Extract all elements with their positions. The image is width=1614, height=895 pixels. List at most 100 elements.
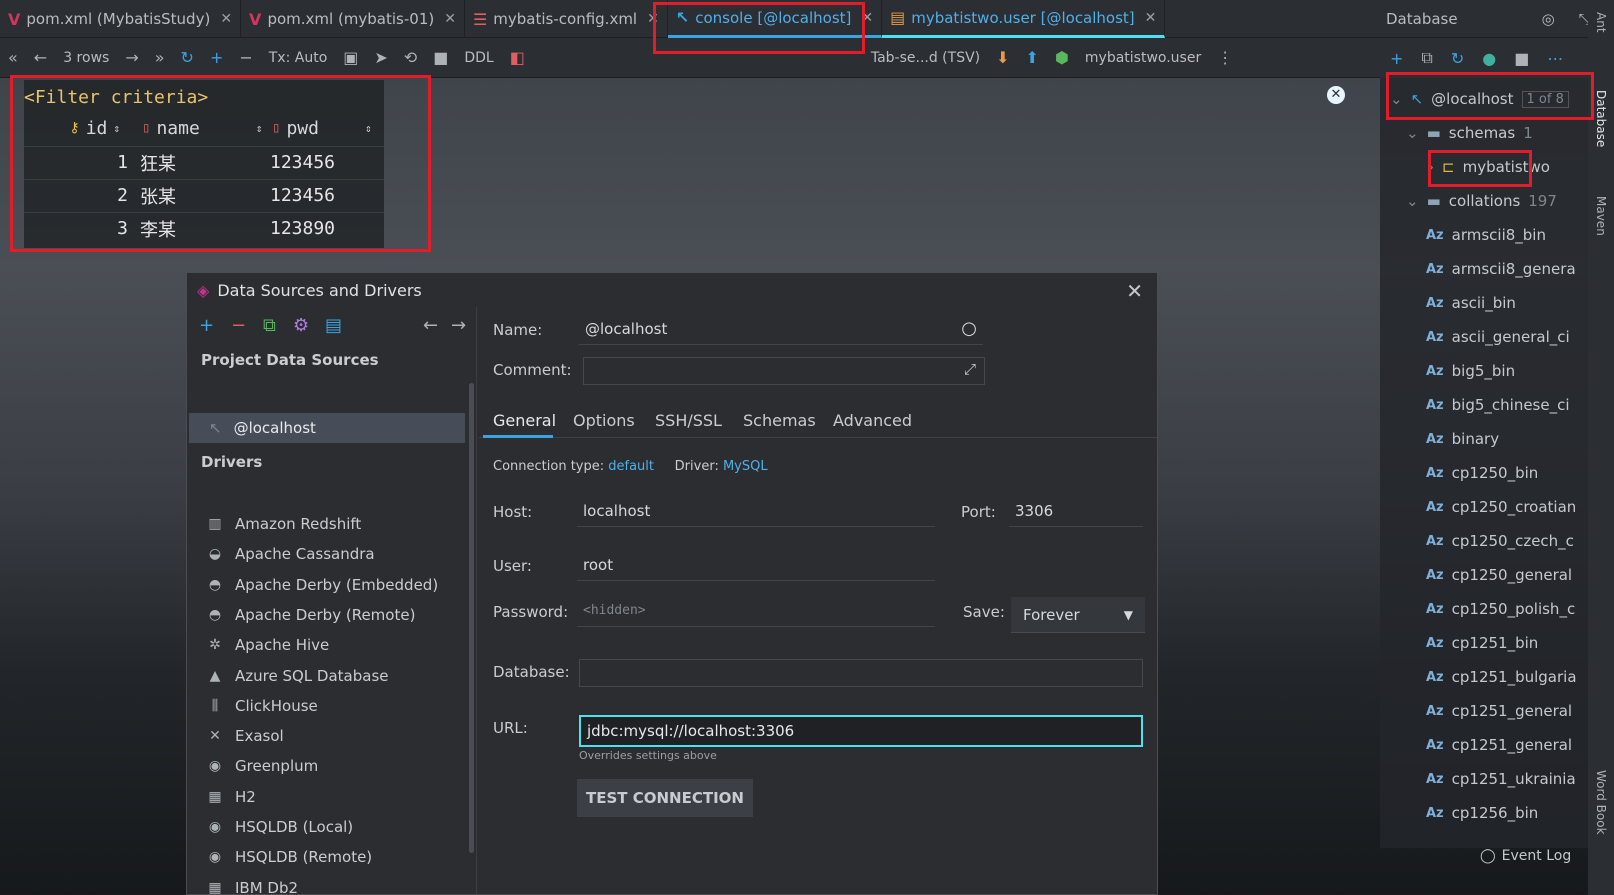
cell-id[interactable]: 2	[24, 185, 134, 206]
tree-collation-item[interactable]: Az big5_bin	[1426, 354, 1515, 388]
driver-item[interactable]: ◉ Greenplum	[207, 753, 318, 779]
refresh-icon[interactable]: ↻	[181, 48, 194, 67]
cell-id[interactable]: 1	[24, 152, 134, 173]
rows-selector[interactable]: 3 rows	[63, 50, 109, 66]
file-icon[interactable]: ▤	[325, 315, 342, 336]
color-circle-icon[interactable]: ○	[961, 318, 977, 339]
tab-options[interactable]: Options	[573, 411, 635, 430]
delete-row-icon[interactable]: −	[239, 48, 252, 67]
close-icon[interactable]: ✕	[1145, 10, 1157, 26]
add-icon[interactable]: +	[199, 315, 214, 336]
cell-pwd[interactable]: 123456	[264, 152, 384, 173]
column-name[interactable]: name	[156, 118, 199, 139]
expand-icon[interactable]: ⤢	[964, 360, 976, 378]
driver-item[interactable]: ◉ HSQLDB (Remote)	[207, 844, 372, 870]
driver-item[interactable]: ▦ IBM Db2	[207, 875, 298, 895]
tree-collation-item[interactable]: Az armscii8_genera	[1426, 252, 1576, 286]
tree-collation-item[interactable]: Az cp1250_general	[1426, 558, 1572, 592]
database-tool[interactable]: Database	[1594, 90, 1608, 147]
driver-item[interactable]: ◒ Apache Cassandra	[207, 541, 375, 567]
ddl-button[interactable]: DDL	[464, 50, 493, 66]
driver-item[interactable]: ⫼ ClickHouse	[207, 693, 318, 719]
sort-icon[interactable]: ⇕	[365, 122, 372, 135]
tx-mode-selector[interactable]: Tx: Auto	[269, 50, 328, 66]
close-icon[interactable]: ✕	[647, 11, 659, 27]
driver-item[interactable]: ▲ Azure SQL Database	[207, 663, 389, 689]
table-row[interactable]: 2 张某 123456	[24, 179, 384, 211]
driver-item[interactable]: ▥ Amazon Redshift	[207, 511, 361, 537]
sort-icon[interactable]: ⇕	[113, 122, 120, 135]
target-table-selector[interactable]: mybatistwo.user	[1085, 50, 1201, 66]
table-row[interactable]: 3 李某 123890	[24, 212, 384, 244]
tree-collation-item[interactable]: Az binary	[1426, 422, 1499, 456]
tree-collation-item[interactable]: Az cp1250_polish_c	[1426, 592, 1575, 626]
chevron-down-icon[interactable]: ⌄	[1406, 192, 1419, 210]
tree-collation-item[interactable]: Az cp1250_czech_c	[1426, 524, 1574, 558]
database-field[interactable]	[579, 659, 1143, 687]
url-field[interactable]: jdbc:mysql://localhost:3306	[579, 715, 1143, 747]
tab-console[interactable]: ↖ console [@localhost] ✕	[667, 0, 883, 38]
tree-collations[interactable]: ⌄ ▬ collations 197	[1406, 184, 1557, 218]
back-icon[interactable]: ←	[423, 315, 438, 336]
driver-item[interactable]: ◓ Apache Derby (Remote)	[207, 602, 416, 628]
driver-item[interactable]: ◓ Apache Derby (Embedded)	[207, 572, 438, 598]
close-icon[interactable]: ✕	[444, 11, 456, 27]
chevron-right-icon[interactable]: ›	[1428, 158, 1434, 176]
tab-schemas[interactable]: Schemas	[743, 411, 816, 430]
download-icon[interactable]: ⬇	[996, 48, 1009, 67]
close-icon[interactable]: ✕	[1126, 279, 1143, 303]
wordbook-tool[interactable]: Word Book	[1594, 770, 1608, 835]
chevron-down-icon[interactable]: ⌄	[1406, 124, 1419, 142]
ant-tool[interactable]: Ant	[1594, 12, 1608, 33]
tree-collation-item[interactable]: Az ascii_general_ci	[1426, 320, 1570, 354]
tab-mybatis-config[interactable]: ☰ mybatis-config.xml ✕	[465, 0, 668, 38]
tree-schemas[interactable]: ⌄ ▬ schemas 1	[1406, 116, 1533, 150]
submit-icon[interactable]: ➤	[374, 48, 387, 67]
last-page-icon[interactable]: »	[155, 48, 165, 67]
save-select[interactable]: Forever ▼	[1011, 597, 1145, 633]
stop-icon[interactable]: ■	[433, 48, 448, 67]
tab-advanced[interactable]: Advanced	[833, 411, 912, 430]
tree-collation-item[interactable]: Az cp1250_bin	[1426, 456, 1538, 490]
test-connection-button[interactable]: TEST CONNECTION	[577, 779, 753, 817]
column-pwd[interactable]: pwd	[286, 118, 319, 139]
duplicate-icon[interactable]: ⧉	[263, 315, 276, 336]
more-icon[interactable]: ⋮	[1217, 48, 1233, 67]
tree-collation-item[interactable]: Az cp1251_bin	[1426, 626, 1538, 660]
tree-root[interactable]: ⌄ ↖ @localhost 1 of 8	[1390, 82, 1569, 116]
tree-collation-item[interactable]: Az cp1251_general	[1426, 728, 1572, 762]
forward-icon[interactable]: →	[451, 315, 466, 336]
remove-icon[interactable]: −	[231, 315, 246, 336]
close-icon[interactable]: ✕	[861, 10, 873, 26]
filter-criteria[interactable]: <Filter criteria>	[24, 80, 208, 114]
driver-item[interactable]: ✲ Apache Hive	[207, 632, 329, 658]
add-row-icon[interactable]: +	[210, 48, 223, 67]
export-format-selector[interactable]: Tab-se...d (TSV)	[871, 50, 980, 66]
avatar[interactable]: ●	[1482, 49, 1496, 68]
cell-pwd[interactable]: 123890	[264, 218, 384, 239]
cell-id[interactable]: 3	[24, 218, 134, 239]
tree-collation-item[interactable]: Az cp1250_croatian	[1426, 490, 1576, 524]
cell-name[interactable]: 李某	[134, 216, 264, 242]
tree-collation-item[interactable]: Az cp1251_general	[1426, 694, 1572, 728]
tab-ssh-ssl[interactable]: SSH/SSL	[655, 411, 722, 430]
tree-collation-item[interactable]: Az ascii_bin	[1426, 286, 1516, 320]
add-icon[interactable]: +	[1390, 49, 1403, 68]
conn-type-link[interactable]: default	[608, 459, 654, 474]
tree-collation-item[interactable]: Az cp1251_bulgaria	[1426, 660, 1577, 694]
tree-schema-mybatistwo[interactable]: › ⊏ mybatistwo	[1428, 150, 1550, 184]
compare-icon[interactable]: ◧	[510, 48, 525, 67]
stop-icon[interactable]: ■	[1514, 49, 1529, 68]
chevron-down-icon[interactable]: ⌄	[1390, 90, 1403, 108]
tab-general[interactable]: General	[493, 411, 556, 430]
tree-collation-item[interactable]: Az armscii8_bin	[1426, 218, 1546, 252]
comment-field[interactable]: ⤢	[583, 357, 985, 385]
target-icon[interactable]: ◎	[1542, 10, 1555, 28]
name-field[interactable]: @localhost ○	[579, 313, 983, 345]
column-id[interactable]: id	[86, 118, 108, 139]
save-icon[interactable]: ▣	[343, 48, 358, 67]
tree-collation-item[interactable]: Az cp1251_ukrainia	[1426, 762, 1576, 796]
sort-icon[interactable]: ⇕	[256, 122, 263, 135]
user-field[interactable]: root	[577, 549, 935, 581]
password-field[interactable]: <hidden>	[577, 595, 935, 627]
